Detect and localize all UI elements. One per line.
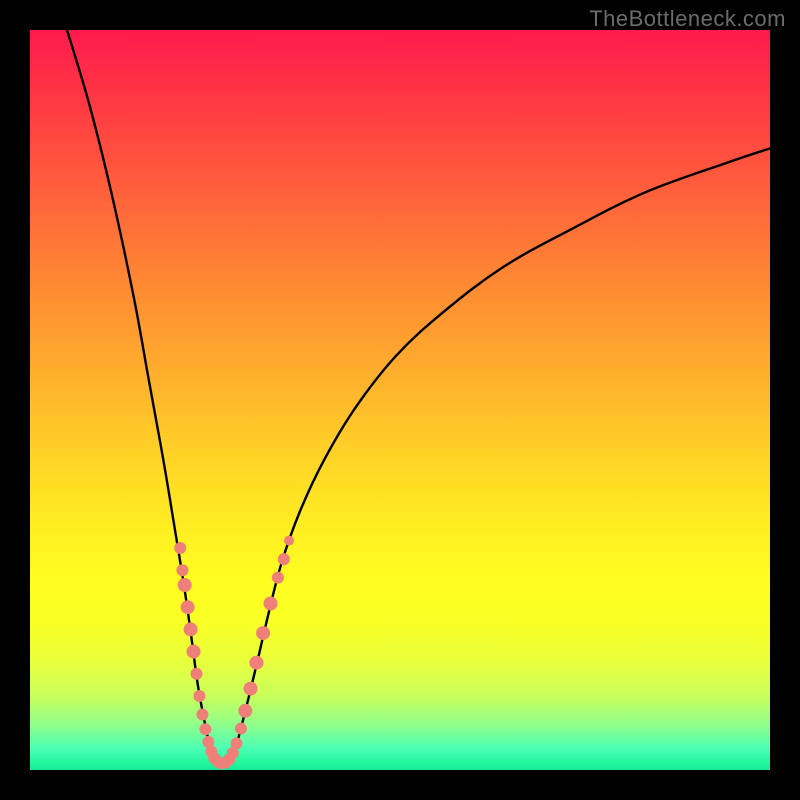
plot-area <box>30 30 770 770</box>
data-marker <box>235 723 247 735</box>
data-marker <box>272 572 284 584</box>
curve-layer <box>67 30 770 766</box>
data-marker <box>284 536 294 546</box>
curve-right-curve <box>231 148 770 762</box>
data-marker <box>278 553 290 565</box>
watermark-text: TheBottleneck.com <box>589 6 786 32</box>
chart-frame: TheBottleneck.com <box>0 0 800 800</box>
data-marker <box>196 709 208 721</box>
data-marker <box>187 645 201 659</box>
data-marker <box>256 626 270 640</box>
data-marker <box>178 578 192 592</box>
data-marker <box>193 690 205 702</box>
data-marker <box>176 564 188 576</box>
marker-layer <box>174 536 294 770</box>
data-marker <box>191 668 203 680</box>
data-marker <box>199 723 211 735</box>
data-marker <box>174 542 186 554</box>
data-marker <box>181 600 195 614</box>
chart-svg <box>30 30 770 770</box>
data-marker <box>244 682 258 696</box>
data-marker <box>249 656 263 670</box>
data-marker <box>230 737 242 749</box>
data-marker <box>184 622 198 636</box>
data-marker <box>238 704 252 718</box>
data-marker <box>264 597 278 611</box>
